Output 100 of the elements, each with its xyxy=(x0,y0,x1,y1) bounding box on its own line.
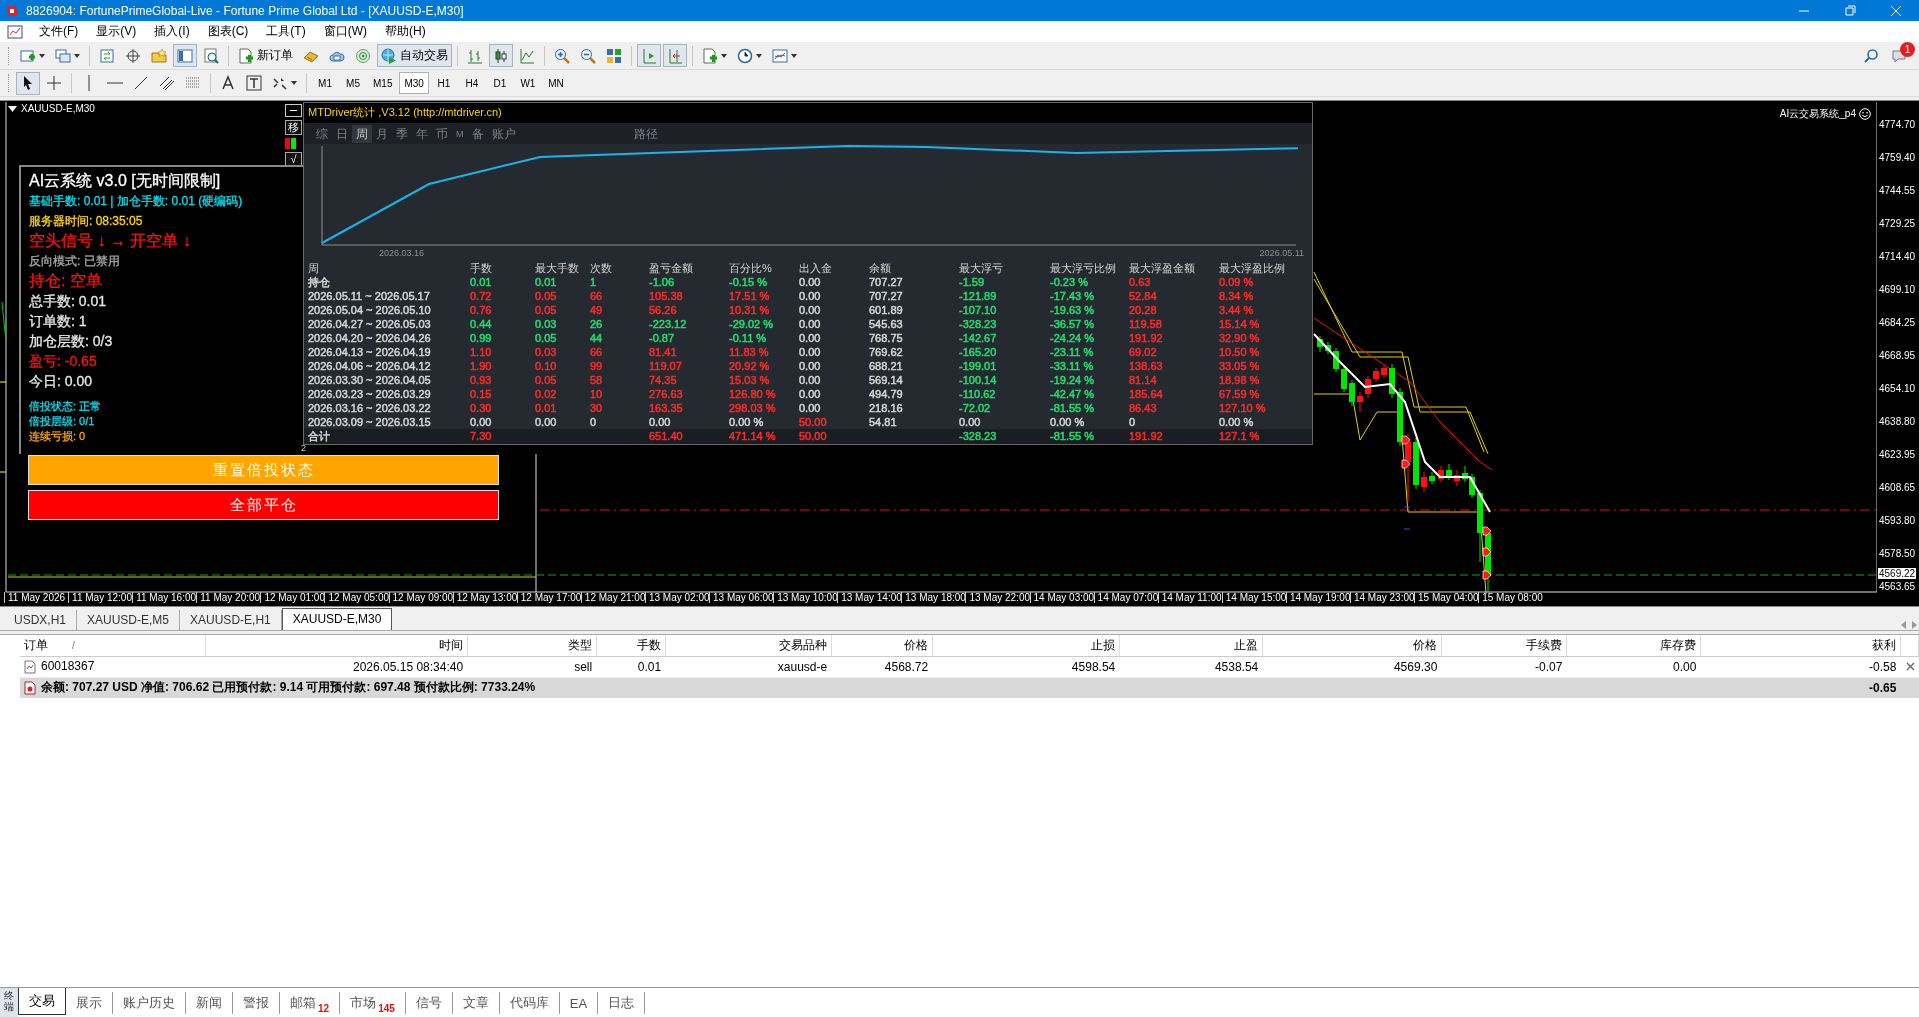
timeframe-button[interactable]: M15 xyxy=(368,72,398,94)
timeframe-button[interactable]: W1 xyxy=(514,72,541,94)
stats-tab[interactable]: 综 xyxy=(312,124,332,143)
terminal-tab[interactable]: 文章 xyxy=(452,992,500,1014)
terminal-tab[interactable]: 账户历史 xyxy=(113,992,186,1014)
scroll-left-icon[interactable] xyxy=(1899,620,1909,630)
terminal-tab[interactable]: EA xyxy=(559,992,599,1014)
table-cell-text: 18.98 % xyxy=(1219,373,1261,388)
search-icon[interactable] xyxy=(1863,47,1879,64)
column-header: 手续费 xyxy=(1525,637,1562,652)
terminal-tab[interactable]: 警报 xyxy=(233,992,280,1014)
table-cell: -0.65 xyxy=(1869,680,1897,695)
status-text: 盈亏: -0.65 xyxy=(29,352,97,371)
table-cell-text: 768.75 xyxy=(869,331,904,346)
stats-tab[interactable]: M xyxy=(452,124,468,143)
dropdown-triangle-icon[interactable] xyxy=(8,104,17,113)
table-cell-text: 298.03 % xyxy=(729,401,777,416)
table-cell-text: 66 xyxy=(590,345,604,360)
table-cell: -0.07 xyxy=(1535,659,1563,674)
timeframe-button[interactable]: H1 xyxy=(430,72,457,94)
stats-tab[interactable]: 账户 xyxy=(487,124,520,143)
star-folder-icon xyxy=(151,47,167,64)
stats-tab[interactable]: 年 xyxy=(412,124,432,143)
stats-tab[interactable]: 备 xyxy=(467,124,488,143)
terminal-tab[interactable]: 代码库 xyxy=(499,992,560,1014)
menu-item[interactable]: 帮助(H) xyxy=(376,23,435,40)
table-cell: 0.00 xyxy=(1673,659,1697,674)
menu-item[interactable]: 文件(F) xyxy=(30,23,88,40)
timeframe-button[interactable]: H4 xyxy=(458,72,485,94)
smiley-icon xyxy=(1859,108,1871,120)
scroll-right-icon[interactable] xyxy=(1909,620,1919,630)
cursor-button[interactable] xyxy=(16,71,40,95)
stats-tab[interactable]: 月 xyxy=(372,124,392,143)
minimize-icon[interactable] xyxy=(285,104,302,117)
stats-tab[interactable]: 币 xyxy=(432,124,452,143)
table-cell-text: -223.12 xyxy=(649,317,688,332)
menu-item[interactable]: 插入(I) xyxy=(145,23,199,40)
column-header: 时间 xyxy=(438,637,463,652)
column-header: 百分比% xyxy=(729,261,773,276)
close-icon[interactable] xyxy=(1905,661,1915,671)
path-tab[interactable]: 路径 xyxy=(629,124,662,143)
table-cell-text: 0.00 xyxy=(799,275,822,290)
stats-tab[interactable]: 季 xyxy=(392,124,412,143)
stats-tab[interactable]: 周 xyxy=(352,124,372,143)
menu-item[interactable]: 工具(T) xyxy=(257,23,315,40)
table-cell-text: 2026.04.20 ~ 2026.04.26 xyxy=(308,331,432,346)
chart-tab[interactable]: USDX,H1 xyxy=(4,610,77,630)
arrows-icon xyxy=(272,75,288,91)
table-cell-text: 0.00 xyxy=(535,415,558,430)
terminal-tab[interactable]: 交易 xyxy=(18,988,66,1015)
table-cell-text: 69.02 xyxy=(1129,345,1158,360)
table-cell: 4538.54 xyxy=(1214,659,1259,674)
crosshair-icon xyxy=(125,47,141,64)
table-cell-text: 126.80 % xyxy=(729,387,777,402)
auto-trading-button[interactable]: 自动交易 xyxy=(377,44,452,67)
stats-tab[interactable]: 日 xyxy=(332,124,352,143)
timeframe-button[interactable]: D1 xyxy=(486,72,513,94)
timeframe-button[interactable]: MN xyxy=(542,72,569,94)
trade-arrow-icon xyxy=(1482,547,1492,557)
timeframe-button[interactable]: M5 xyxy=(340,72,366,94)
chart-tab[interactable]: XAUUSD-E,M30 xyxy=(281,608,393,630)
caret-icon xyxy=(791,53,797,58)
chart-window-icon[interactable] xyxy=(6,23,24,40)
table-cell-text: 707.27 xyxy=(869,289,904,304)
table-cell-text: -121.89 xyxy=(959,289,998,304)
new-order-button[interactable]: 新订单 xyxy=(234,44,297,67)
menu-item[interactable]: 窗口(W) xyxy=(314,23,376,40)
time-label: 12 May 13:00 xyxy=(452,592,517,603)
table-cell-text: 707.27 xyxy=(869,275,904,290)
line-chart-icon xyxy=(519,47,535,64)
table-cell-text: -81.55 % xyxy=(1050,401,1096,416)
column-header: 最大浮盈金额 xyxy=(1129,261,1196,276)
table-cell-text: 17.51 % xyxy=(729,289,771,304)
move-button[interactable]: 移 xyxy=(285,120,302,135)
timeframe-button[interactable]: M30 xyxy=(399,72,429,94)
window-panel-button[interactable] xyxy=(173,44,197,67)
timeframe-button[interactable]: M1 xyxy=(312,72,338,94)
table-cell-text: 0.15 xyxy=(470,387,493,402)
chart-shift-button[interactable] xyxy=(637,44,661,67)
autoscroll-button[interactable] xyxy=(663,44,687,67)
terminal-tab[interactable]: 信号 xyxy=(405,992,453,1014)
table-cell: sell xyxy=(574,659,593,674)
table-cell-text: 471.14 % xyxy=(729,429,777,444)
chart-tab[interactable]: XAUUSD-E,H1 xyxy=(180,610,282,630)
table-cell-text: 0.76 xyxy=(470,303,493,318)
close-all-button[interactable]: 全部平仓 xyxy=(28,490,499,520)
candlestick-button[interactable] xyxy=(489,44,513,67)
chart-tab[interactable]: XAUUSD-E,M5 xyxy=(77,610,181,630)
text-icon xyxy=(220,75,236,91)
table-cell-text: -100.14 xyxy=(959,373,998,388)
table-cell-text: 0.01 xyxy=(535,401,558,416)
table-cell: xauusd-e xyxy=(777,659,828,674)
terminal-tab[interactable]: 新闻 xyxy=(186,992,233,1014)
time-label: 12 May 09:00 xyxy=(388,592,453,603)
terminal-tab[interactable]: 日志 xyxy=(598,992,646,1014)
table-cell-text: -33.11 % xyxy=(1050,359,1095,374)
table-cell-text: 74.35 xyxy=(649,373,678,388)
menu-item[interactable]: 图表(C) xyxy=(198,23,258,40)
terminal-tab[interactable]: 展示 xyxy=(66,992,113,1014)
menu-item[interactable]: 显示(V) xyxy=(87,23,146,40)
